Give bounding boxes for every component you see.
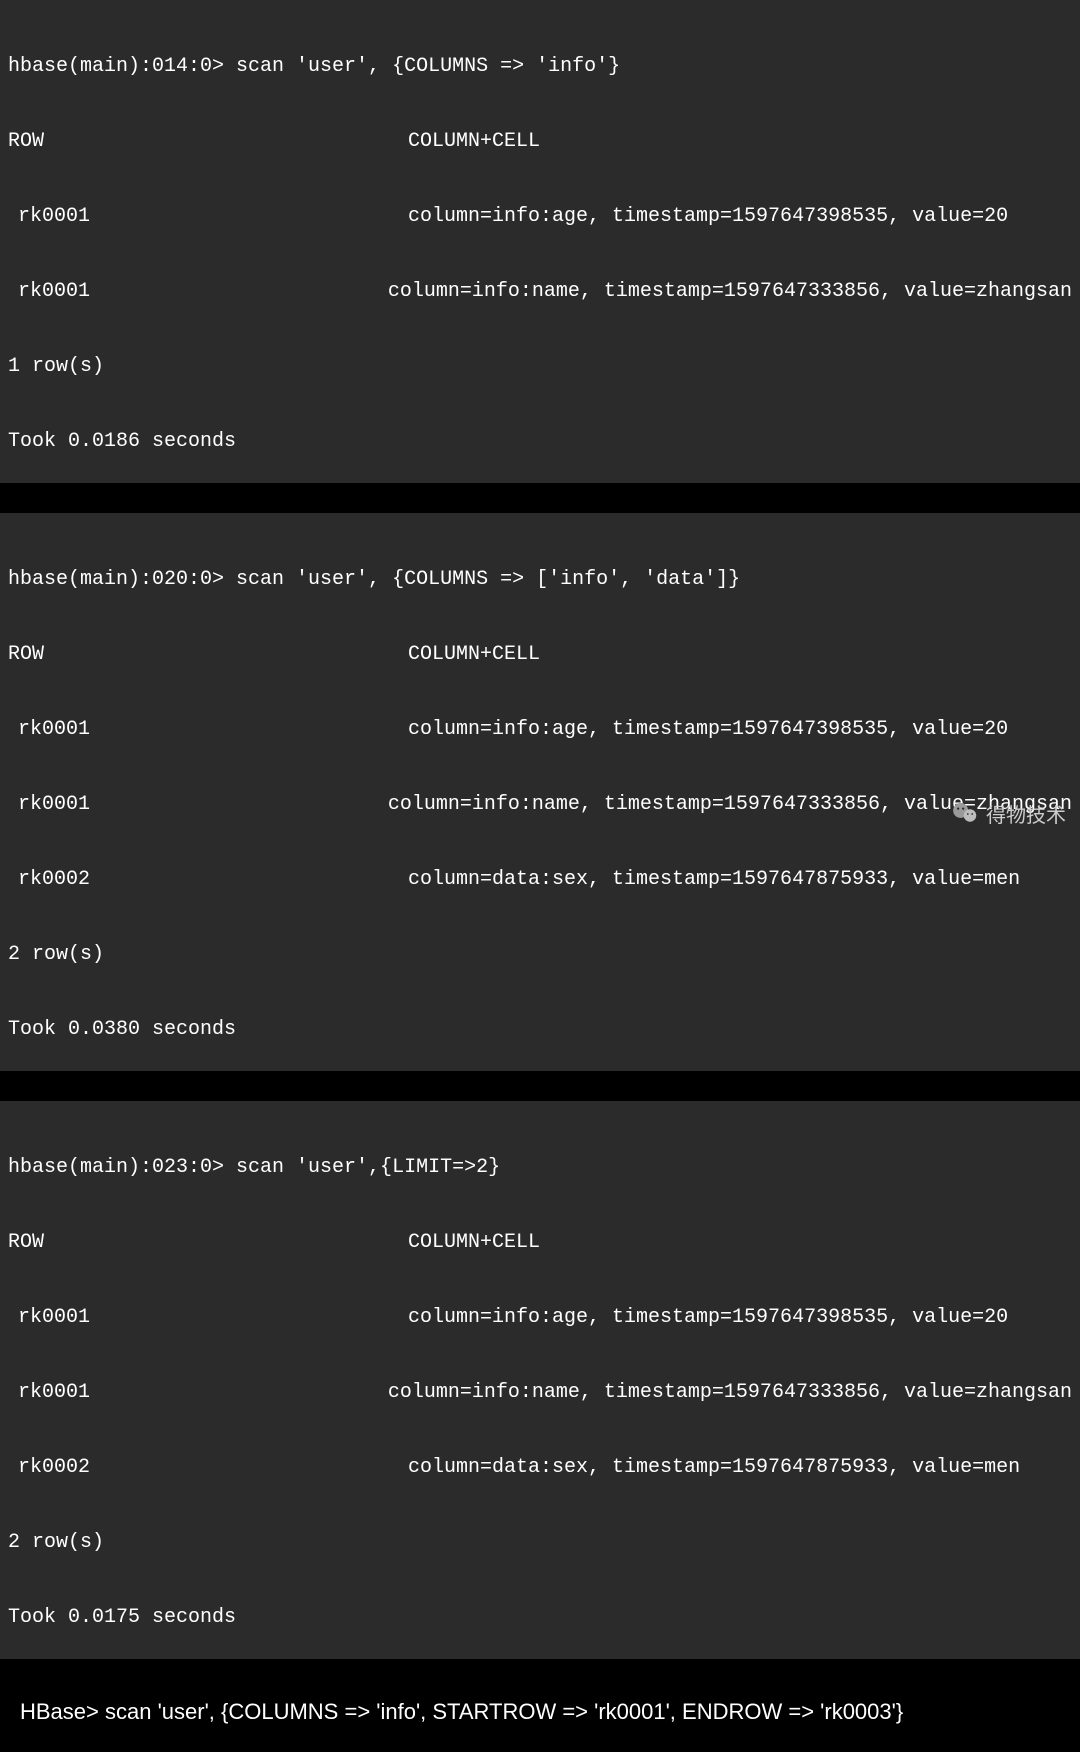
header-cell-label: COLUMN+CELL	[408, 1230, 540, 1255]
row-cell: column=data:sex, timestamp=1597647875933…	[408, 1455, 1020, 1480]
row-cell: column=info:age, timestamp=1597647398535…	[408, 717, 1008, 742]
shell-prompt-line: hbase(main):020:0> scan 'user', {COLUMNS…	[8, 567, 1072, 592]
header-row-label: ROW	[8, 129, 408, 154]
watermark-text: 得物技术	[986, 799, 1066, 828]
row-key: rk0002	[18, 1455, 408, 1480]
wechat-icon	[950, 798, 980, 828]
header-row-label: ROW	[8, 1230, 408, 1255]
terminal-output-block: hbase(main):020:0> scan 'user', {COLUMNS…	[0, 513, 1080, 1071]
row-count: 1 row(s)	[8, 354, 1072, 379]
example-command: HBase> scan 'user', {COLUMNS => 'info', …	[0, 1689, 1080, 1735]
row-cell: column=info:name, timestamp=159764733385…	[388, 279, 1072, 304]
terminal-output-block: hbase(main):014:0> scan 'user', {COLUMNS…	[0, 0, 1080, 483]
header-cell-label: COLUMN+CELL	[408, 642, 540, 667]
row-key: rk0001	[18, 1305, 408, 1330]
table-header-row: ROWCOLUMN+CELL	[8, 642, 1072, 667]
row-key: rk0001	[18, 279, 388, 304]
table-header-row: ROWCOLUMN+CELL	[8, 1230, 1072, 1255]
table-row: rk0002column=data:sex, timestamp=1597647…	[8, 1455, 1072, 1480]
shell-prompt-line: hbase(main):014:0> scan 'user', {COLUMNS…	[8, 54, 1072, 79]
table-row: rk0001column=info:name, timestamp=159764…	[8, 792, 1072, 817]
row-count: 2 row(s)	[8, 942, 1072, 967]
table-row: rk0001column=info:age, timestamp=1597647…	[8, 717, 1072, 742]
row-cell: column=info:name, timestamp=159764733385…	[388, 1380, 1072, 1405]
table-row: rk0001column=info:name, timestamp=159764…	[8, 1380, 1072, 1405]
table-row: rk0002column=data:sex, timestamp=1597647…	[8, 867, 1072, 892]
row-cell: column=info:age, timestamp=1597647398535…	[408, 204, 1008, 229]
row-key: rk0001	[18, 792, 388, 817]
took-time: Took 0.0186 seconds	[8, 429, 1072, 454]
header-row-label: ROW	[8, 642, 408, 667]
table-row: rk0001column=info:age, timestamp=1597647…	[8, 204, 1072, 229]
shell-prompt-line: hbase(main):023:0> scan 'user',{LIMIT=>2…	[8, 1155, 1072, 1180]
watermark: 得物技术	[950, 798, 1066, 828]
row-key: rk0001	[18, 1380, 388, 1405]
table-header-row: ROWCOLUMN+CELL	[8, 129, 1072, 154]
row-key: rk0001	[18, 204, 408, 229]
row-key: rk0002	[18, 867, 408, 892]
row-cell: column=info:age, timestamp=1597647398535…	[408, 1305, 1008, 1330]
took-time: Took 0.0175 seconds	[8, 1605, 1072, 1630]
row-key: rk0001	[18, 717, 408, 742]
table-row: rk0001column=info:name, timestamp=159764…	[8, 279, 1072, 304]
table-row: rk0001column=info:age, timestamp=1597647…	[8, 1305, 1072, 1330]
header-cell-label: COLUMN+CELL	[408, 129, 540, 154]
terminal-output-block: hbase(main):023:0> scan 'user',{LIMIT=>2…	[0, 1101, 1080, 1659]
row-count: 2 row(s)	[8, 1530, 1072, 1555]
took-time: Took 0.0380 seconds	[8, 1017, 1072, 1042]
row-cell: column=data:sex, timestamp=1597647875933…	[408, 867, 1020, 892]
